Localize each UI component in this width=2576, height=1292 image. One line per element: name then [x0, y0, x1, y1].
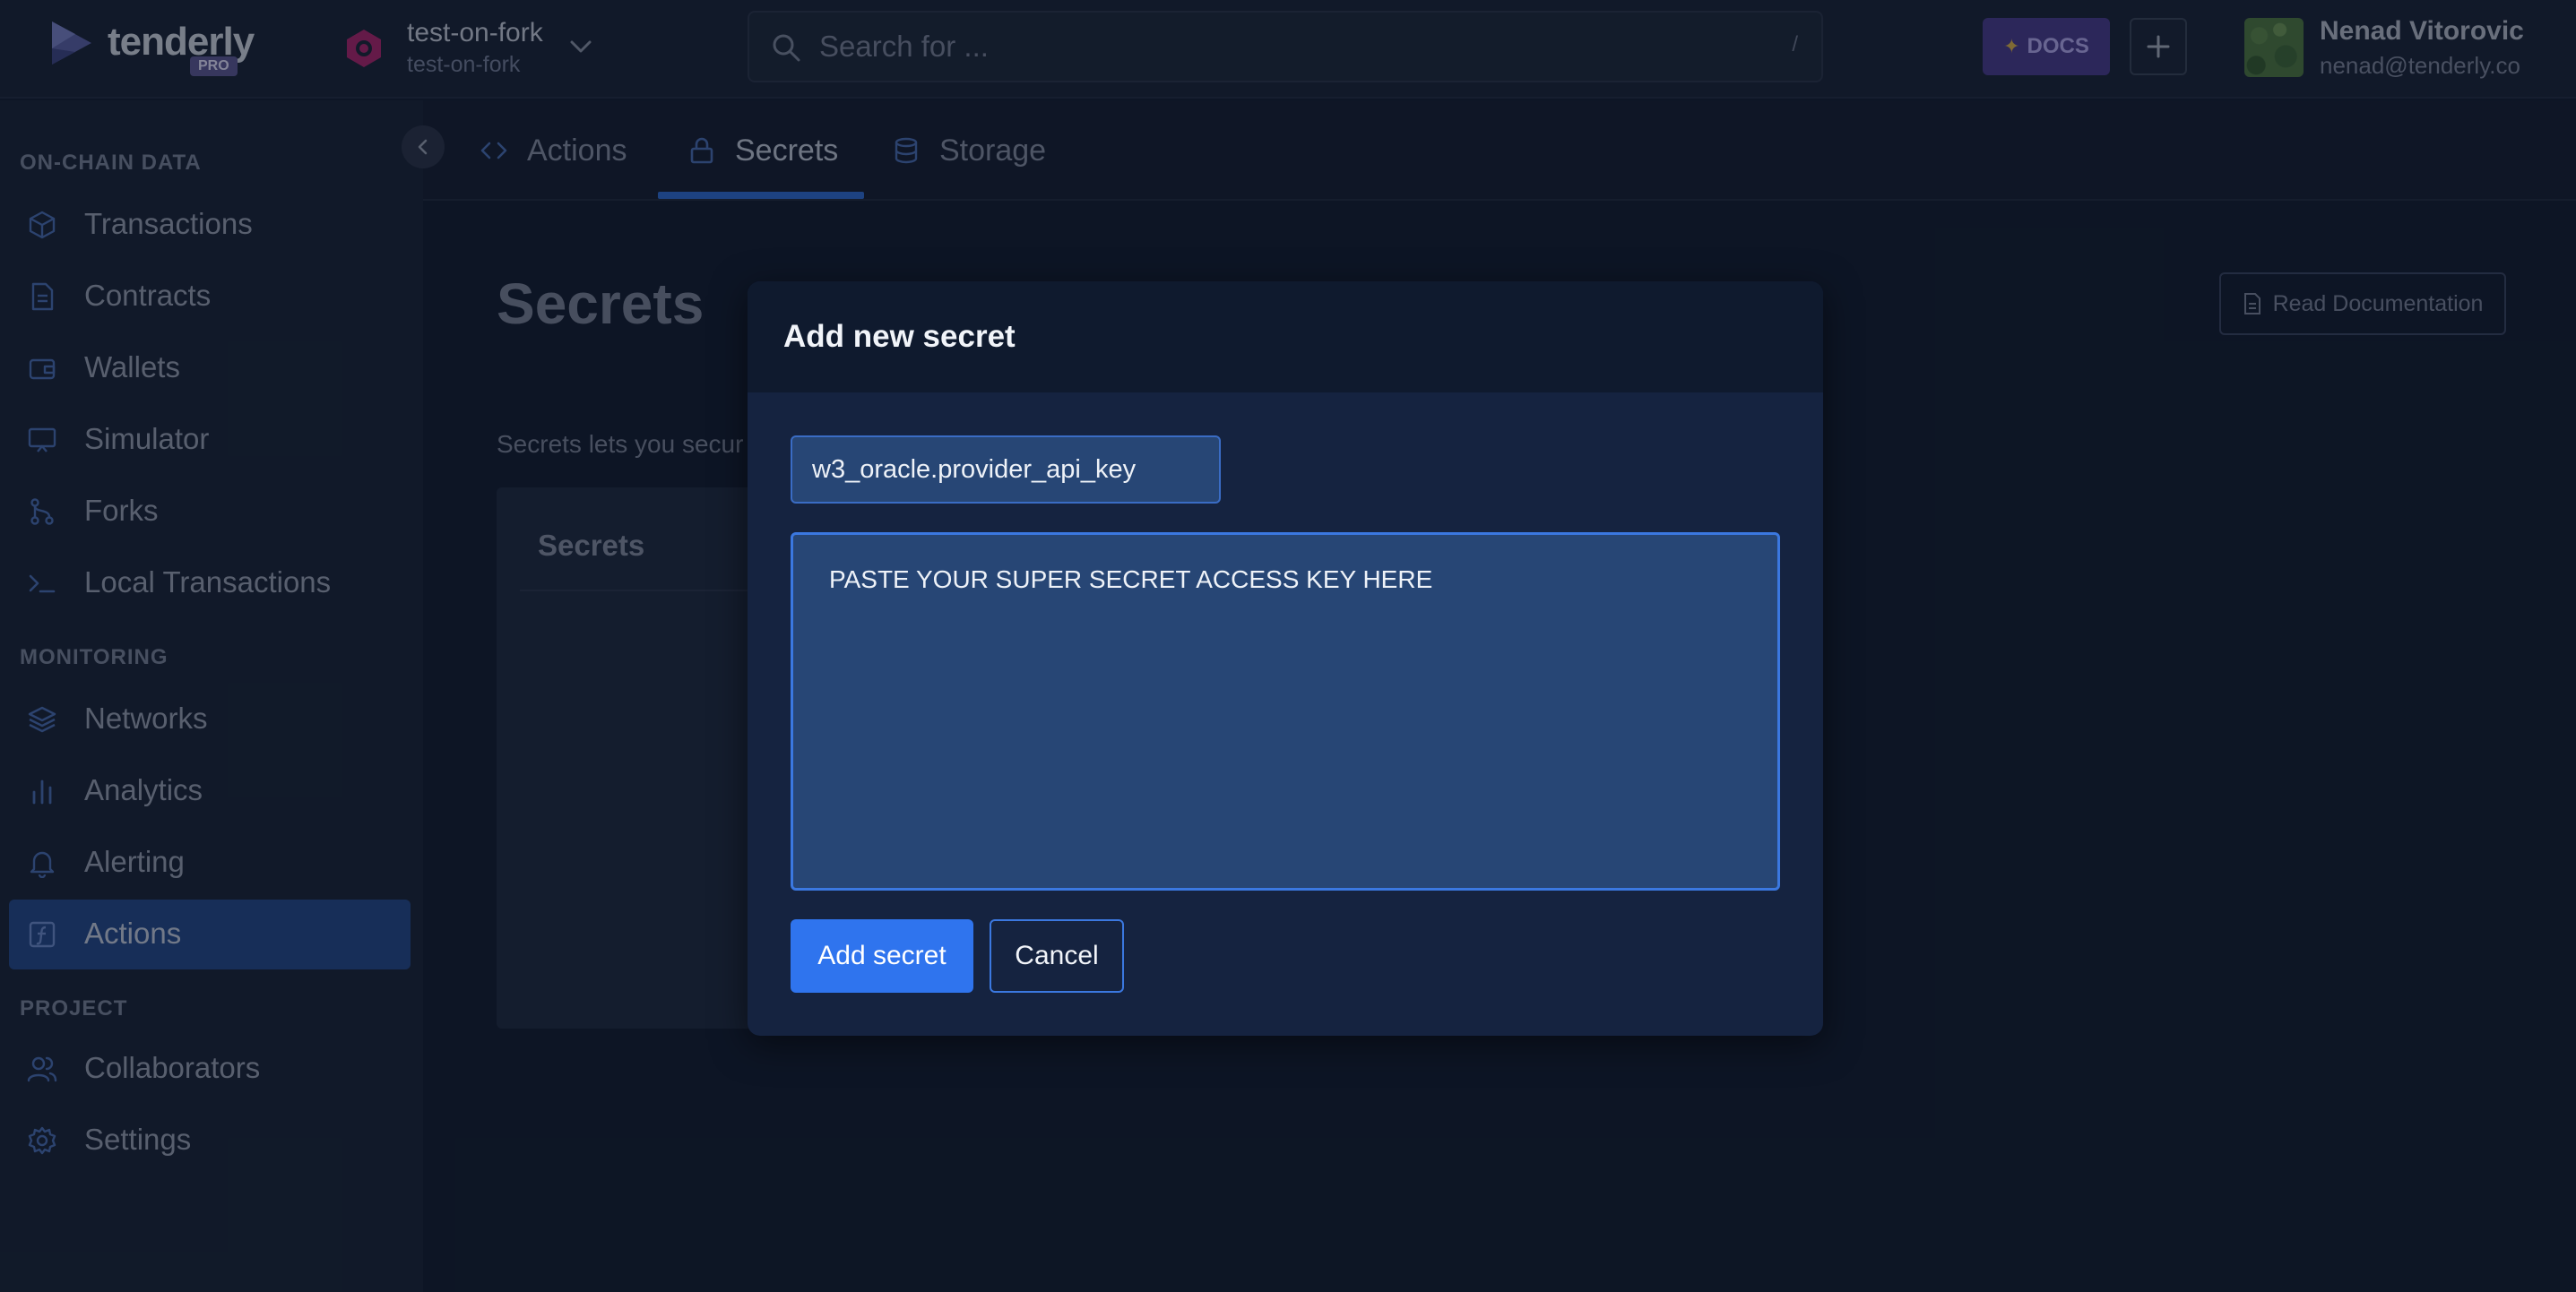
modal-body: PASTE YOUR SUPER SECRET ACCESS KEY HERE … — [748, 392, 1823, 1036]
app-root: tenderly PRO test-on-fork test-on-fork / — [0, 0, 2576, 1292]
modal-title: Add new secret — [783, 319, 1016, 354]
modal-header: Add new secret — [748, 281, 1823, 392]
add-secret-modal: Add new secret PASTE YOUR SUPER SECRET A… — [748, 281, 1823, 1036]
secret-name-input[interactable] — [791, 435, 1221, 504]
cancel-button[interactable]: Cancel — [990, 919, 1124, 993]
secret-value-input[interactable]: PASTE YOUR SUPER SECRET ACCESS KEY HERE — [791, 532, 1780, 891]
add-secret-button[interactable]: Add secret — [791, 919, 973, 993]
